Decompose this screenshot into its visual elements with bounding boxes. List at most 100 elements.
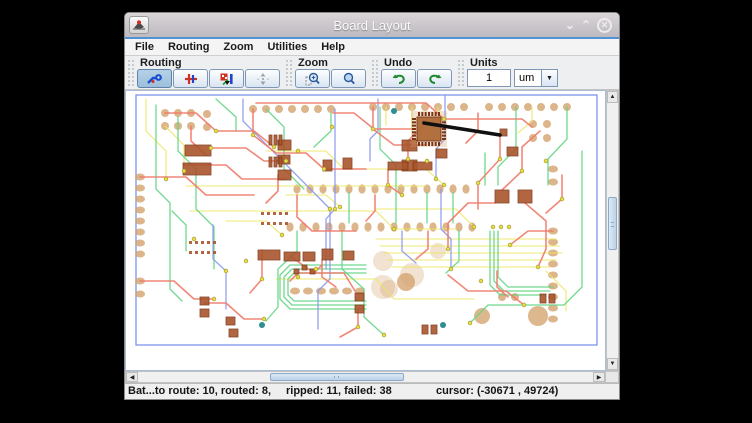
through-hole-pad: [314, 105, 322, 113]
via: [260, 277, 264, 281]
close-button[interactable]: ✕: [597, 18, 612, 33]
pin-tick: [195, 251, 198, 254]
qfp-pin: [435, 112, 437, 116]
horizontal-scrollbar-thumb[interactable]: [270, 373, 404, 381]
qfp-body: [417, 117, 441, 141]
qfp-pin: [412, 138, 416, 140]
qfp-pin: [418, 142, 420, 146]
scroll-left-icon[interactable]: ◀: [126, 372, 138, 382]
zoom-in-button[interactable]: [295, 69, 330, 88]
pull-tight-button[interactable]: [245, 69, 280, 88]
unit-select[interactable]: um ▼: [514, 69, 558, 87]
delete-trace-icon: [183, 72, 199, 86]
undo-button[interactable]: [381, 69, 416, 88]
horizontal-scrollbar[interactable]: ◀ ▶: [125, 371, 606, 383]
status-route-counts: Bat...to route: 10, routed: 8,: [128, 385, 271, 397]
oval-pad: [377, 222, 384, 231]
oval-pad: [299, 222, 306, 231]
smd-pad: [388, 162, 408, 170]
oval-pad: [135, 185, 145, 192]
via: [536, 265, 540, 269]
route-button[interactable]: [137, 69, 172, 88]
move-component-button[interactable]: [209, 69, 244, 88]
chevron-down-icon[interactable]: ▼: [541, 69, 558, 87]
title-bar[interactable]: Board Layout ⌄ ⌃ ✕: [125, 13, 619, 39]
smd-pad: [200, 309, 209, 317]
toolbar-group-label: Routing: [137, 57, 281, 69]
menu-item-help[interactable]: Help: [314, 41, 352, 53]
green-trace: [172, 211, 186, 251]
oval-pad: [135, 229, 145, 236]
smd-pad: [495, 190, 509, 203]
oval-pad: [135, 196, 145, 203]
pin-tick: [267, 212, 270, 215]
qfp-pin: [412, 121, 416, 123]
through-hole-pad: [529, 120, 537, 128]
toolbar-drag-handle[interactable]: [285, 59, 292, 87]
toolbar: Routing: [125, 56, 619, 90]
oval-pad: [548, 316, 558, 323]
smd-pad: [507, 147, 518, 156]
minimize-button[interactable]: ⌄: [565, 18, 575, 32]
via: [508, 243, 512, 247]
status-cursor-position: cursor: (-30671 , 49724): [436, 385, 558, 397]
toolbar-drag-handle[interactable]: [457, 59, 464, 87]
vertical-scrollbar[interactable]: ▲ ▼: [606, 90, 619, 371]
zoom-out-button[interactable]: [331, 69, 366, 88]
maximize-button[interactable]: ⌃: [581, 18, 591, 32]
copper-pour-circle: [373, 251, 393, 271]
pin-tick: [261, 222, 264, 225]
pin-tick: [273, 212, 276, 215]
toolbar-drag-handle[interactable]: [371, 59, 378, 87]
qfp-pin: [421, 142, 423, 146]
menu-item-routing[interactable]: Routing: [161, 41, 217, 53]
through-hole-pad: [447, 103, 455, 111]
through-hole-pad: [524, 103, 532, 111]
through-hole-pad: [543, 120, 551, 128]
menu-item-file[interactable]: File: [128, 41, 161, 53]
qfp-pin: [428, 112, 430, 116]
through-hole-pad: [288, 105, 296, 113]
redo-button[interactable]: [417, 69, 452, 88]
scroll-right-icon[interactable]: ▶: [593, 372, 605, 382]
green-trace: [266, 231, 297, 321]
pin-tick: [213, 241, 216, 244]
status-bar: Bat...to route: 10, routed: 8, ripped: 1…: [125, 383, 619, 399]
oval-pad: [462, 184, 469, 193]
through-hole-pad: [275, 105, 283, 113]
via: [400, 193, 404, 197]
scroll-up-icon[interactable]: ▲: [607, 91, 618, 103]
via: [262, 317, 266, 321]
scroll-down-icon[interactable]: ▼: [607, 358, 618, 370]
via: [449, 267, 453, 271]
oval-pad: [135, 207, 145, 214]
menu-item-utilities[interactable]: Utilities: [260, 41, 314, 53]
via: [214, 129, 218, 133]
via: [507, 225, 511, 229]
menu-item-zoom[interactable]: Zoom: [217, 41, 261, 53]
blue-trace: [402, 231, 416, 263]
via: [476, 181, 480, 185]
vertical-scrollbar-thumb[interactable]: [608, 197, 617, 250]
through-hole-pad: [550, 103, 558, 111]
unit-scale-input[interactable]: [467, 69, 511, 87]
teal-marker-dot: [391, 108, 397, 114]
toolbar-drag-handle[interactable]: [127, 59, 134, 87]
oval-pad: [403, 222, 410, 231]
via: [392, 227, 396, 231]
through-hole-pad: [543, 134, 551, 142]
oval-pad: [548, 283, 558, 290]
via: [322, 167, 326, 171]
route-icon: [147, 72, 163, 86]
green-trace: [548, 107, 567, 185]
pin-tick: [189, 251, 192, 254]
smd-pad: [269, 157, 272, 167]
via: [434, 177, 438, 181]
pin-tick: [195, 241, 198, 244]
via: [330, 125, 334, 129]
pin-tick: [189, 241, 192, 244]
delete-trace-button[interactable]: [173, 69, 208, 88]
smd-pad: [303, 252, 315, 261]
board-canvas[interactable]: [125, 90, 606, 371]
smd-pad: [343, 251, 354, 260]
